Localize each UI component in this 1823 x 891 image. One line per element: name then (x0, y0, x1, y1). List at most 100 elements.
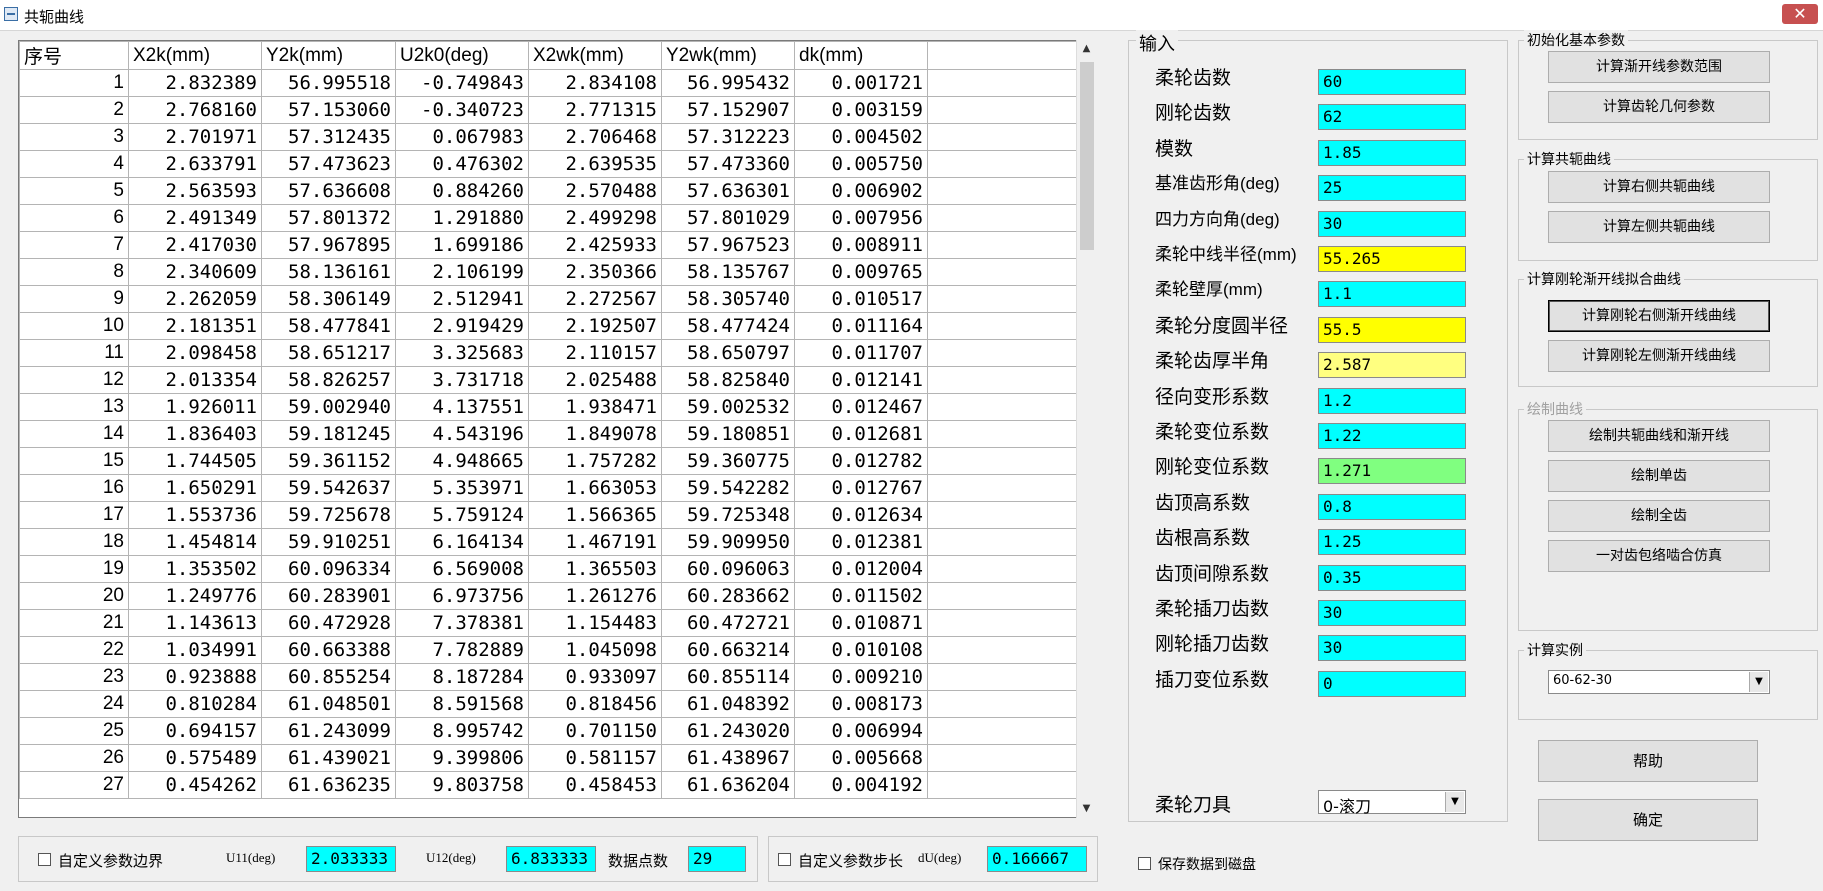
table-cell[interactable]: 57.473360 (661, 150, 795, 178)
table-cell[interactable]: 0.011502 (794, 582, 928, 610)
table-cell[interactable]: 1.553736 (128, 501, 262, 529)
table-cell[interactable]: 57.967895 (261, 231, 396, 259)
table-cell[interactable]: 0.923888 (128, 663, 262, 691)
field-input[interactable]: 30 (1318, 635, 1466, 661)
table-cell[interactable]: 1.663053 (528, 474, 662, 502)
table-cell[interactable]: 2.098458 (128, 339, 262, 367)
table-cell[interactable]: 59.360775 (661, 447, 795, 475)
tool-select[interactable]: 0-滚刀 ▼ (1318, 790, 1466, 816)
col-header-index[interactable]: 序号 (19, 41, 129, 70)
table-cell[interactable]: 59.361152 (261, 447, 396, 475)
u12-input[interactable]: 6.833333 (506, 846, 596, 872)
table-cell[interactable]: 2.706468 (528, 123, 662, 151)
table-cell[interactable]: 6.569008 (395, 555, 529, 583)
row-index-cell[interactable]: 19 (19, 555, 129, 583)
col-header-y2wk[interactable]: Y2wk(mm) (661, 41, 795, 70)
row-index-cell[interactable]: 1 (19, 69, 129, 97)
table-cell[interactable]: 58.825840 (661, 366, 795, 394)
table-cell[interactable]: 60.283662 (661, 582, 795, 610)
col-header-dk[interactable]: dk(mm) (794, 41, 928, 70)
calc-gear-right-involute-button[interactable]: 计算刚轮右侧渐开线曲线 (1548, 300, 1770, 332)
row-index-cell[interactable]: 9 (19, 285, 129, 313)
table-row[interactable]: 21 1.143613 60.472928 7.378381 1.154483 60.47… (19, 609, 1078, 637)
row-index-cell[interactable]: 23 (19, 663, 129, 691)
table-cell[interactable]: 59.002532 (661, 393, 795, 421)
mesh-simulation-button[interactable]: 一对齿包络啮合仿真 (1548, 540, 1770, 572)
calc-right-conj-button[interactable]: 计算右侧共轭曲线 (1548, 171, 1770, 203)
table-cell[interactable]: 2.771315 (528, 96, 662, 124)
table-cell[interactable]: 58.135767 (661, 258, 795, 286)
row-index-cell[interactable]: 22 (19, 636, 129, 664)
table-row[interactable]: 1 2.832389 56.995518 -0.749843 2.834108 56.99… (19, 69, 1078, 97)
table-cell[interactable]: 58.477841 (261, 312, 396, 340)
table-cell[interactable]: 1.454814 (128, 528, 262, 556)
table-cell[interactable]: 2.512941 (395, 285, 529, 313)
row-index-cell[interactable]: 2 (19, 96, 129, 124)
table-cell[interactable]: 59.542637 (261, 474, 396, 502)
col-header-x2wk[interactable]: X2wk(mm) (528, 41, 662, 70)
help-button[interactable]: 帮助 (1538, 740, 1758, 782)
table-row[interactable]: 26 0.575489 61.439021 9.399806 0.581157 61.43… (19, 744, 1078, 772)
row-index-cell[interactable]: 25 (19, 717, 129, 745)
field-input[interactable]: 0.8 (1318, 494, 1466, 520)
table-cell[interactable]: 59.542282 (661, 474, 795, 502)
table-cell[interactable]: 4.948665 (395, 447, 529, 475)
field-input[interactable]: 1.22 (1318, 423, 1466, 449)
table-cell[interactable]: 7.378381 (395, 609, 529, 637)
table-cell[interactable]: 1.034991 (128, 636, 262, 664)
table-cell[interactable]: 6.164134 (395, 528, 529, 556)
table-cell[interactable]: 61.636204 (661, 771, 795, 799)
table-row[interactable]: 14 1.836403 59.181245 4.543196 1.849078 59.18… (19, 420, 1078, 448)
table-cell[interactable]: 7.782889 (395, 636, 529, 664)
table-cell[interactable]: 3.731718 (395, 366, 529, 394)
draw-conj-involute-button[interactable]: 绘制共轭曲线和渐开线 (1548, 420, 1770, 452)
table-cell[interactable]: 2.272567 (528, 285, 662, 313)
table-cell[interactable]: 0.575489 (128, 744, 262, 772)
table-cell[interactable]: 9.803758 (395, 771, 529, 799)
table-cell[interactable]: 61.439021 (261, 744, 396, 772)
table-cell[interactable]: 0.010871 (794, 609, 928, 637)
row-index-cell[interactable]: 3 (19, 123, 129, 151)
table-cell[interactable]: 2.417030 (128, 231, 262, 259)
table-cell[interactable]: 1.849078 (528, 420, 662, 448)
table-cell[interactable]: 2.106199 (395, 258, 529, 286)
table-row[interactable]: 6 2.491349 57.801372 1.291880 2.499298 57.801… (19, 204, 1078, 232)
table-cell[interactable]: 57.152907 (661, 96, 795, 124)
table-cell[interactable]: 58.136161 (261, 258, 396, 286)
table-cell[interactable]: 2.499298 (528, 204, 662, 232)
table-row[interactable]: 2 2.768160 57.153060 -0.340723 2.771315 57.15… (19, 96, 1078, 124)
table-row[interactable]: 27 0.454262 61.636235 9.803758 0.458453 61.63… (19, 771, 1078, 799)
table-row[interactable]: 13 1.926011 59.002940 4.137551 1.938471 59.00… (19, 393, 1078, 421)
field-input[interactable]: 0 (1318, 671, 1466, 697)
table-cell[interactable]: 8.995742 (395, 717, 529, 745)
table-cell[interactable]: 0.884260 (395, 177, 529, 205)
table-cell[interactable]: 2.832389 (128, 69, 262, 97)
table-cell[interactable]: 8.591568 (395, 690, 529, 718)
table-cell[interactable]: 0.012141 (794, 366, 928, 394)
row-index-cell[interactable]: 14 (19, 420, 129, 448)
table-cell[interactable]: 0.004192 (794, 771, 928, 799)
table-cell[interactable]: 60.855254 (261, 663, 396, 691)
row-index-cell[interactable]: 20 (19, 582, 129, 610)
table-row[interactable]: 10 2.181351 58.477841 2.919429 2.192507 58.47… (19, 312, 1078, 340)
table-cell[interactable]: 0.006902 (794, 177, 928, 205)
data-grid[interactable]: 序号 X2k(mm) Y2k(mm) U2k0(deg) X2wk(mm) Y2… (18, 40, 1096, 818)
table-cell[interactable]: 1.650291 (128, 474, 262, 502)
table-cell[interactable]: 1.836403 (128, 420, 262, 448)
field-input[interactable]: 1.2 (1318, 388, 1466, 414)
du-input[interactable]: 0.166667 (987, 846, 1087, 872)
table-cell[interactable]: 2.425933 (528, 231, 662, 259)
table-cell[interactable]: 1.699186 (395, 231, 529, 259)
table-cell[interactable]: 1.365503 (528, 555, 662, 583)
draw-single-tooth-button[interactable]: 绘制单齿 (1548, 460, 1770, 492)
row-index-cell[interactable]: 15 (19, 447, 129, 475)
table-cell[interactable]: 60.855114 (661, 663, 795, 691)
table-cell[interactable]: 61.048501 (261, 690, 396, 718)
table-cell[interactable]: -0.749843 (395, 69, 529, 97)
table-row[interactable]: 23 0.923888 60.855254 8.187284 0.933097 60.85… (19, 663, 1078, 691)
table-cell[interactable]: 0.007956 (794, 204, 928, 232)
ok-button[interactable]: 确定 (1538, 799, 1758, 841)
table-cell[interactable]: 0.003159 (794, 96, 928, 124)
table-cell[interactable]: 0.006994 (794, 717, 928, 745)
table-cell[interactable]: 0.012767 (794, 474, 928, 502)
